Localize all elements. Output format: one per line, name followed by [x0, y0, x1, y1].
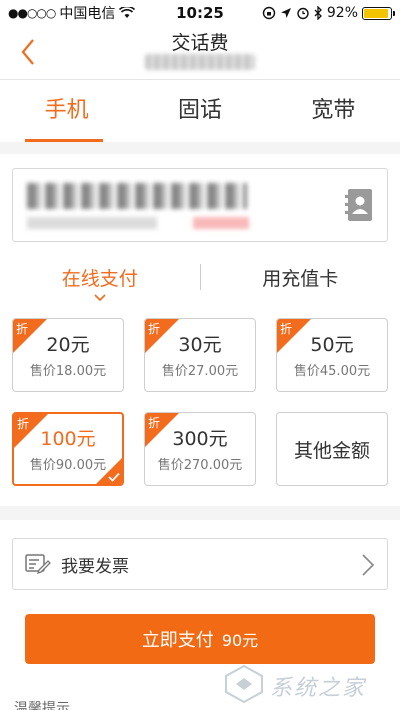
invoice-row[interactable]: 我要发票 — [12, 538, 388, 590]
tab-broadband[interactable]: 宽带 — [267, 80, 400, 142]
invoice-edit-icon — [25, 554, 51, 575]
discount-badge-label: 折 — [280, 322, 293, 336]
amount-option-other[interactable]: 其他金额 — [276, 412, 388, 486]
carrier-label: 中国电信 — [59, 6, 116, 22]
tab-mobile[interactable]: 手机 — [0, 80, 133, 142]
amount-face-value: 20元 — [46, 333, 90, 356]
divider — [0, 506, 400, 520]
discount-badge-label: 折 — [16, 322, 29, 336]
signal-dots-icon: ●●○○○ — [8, 6, 56, 20]
amount-option-50[interactable]: 折 50元 售价45.00元 — [276, 318, 388, 392]
alarm-icon — [297, 7, 309, 20]
recharge-card-option[interactable]: 用充值卡 — [201, 264, 400, 291]
pay-now-amount: 90元 — [221, 631, 259, 650]
amount-sale-price: 售价45.00元 — [293, 363, 371, 379]
invoice-label: 我要发票 — [61, 556, 129, 577]
amount-sale-price: 售价270.00元 — [157, 457, 243, 473]
caret-down-icon — [94, 293, 106, 301]
discount-badge-label: 折 — [148, 416, 161, 430]
amount-face-value: 30元 — [178, 333, 222, 356]
blurred-balance — [193, 217, 249, 229]
other-amount-label: 其他金额 — [293, 439, 370, 462]
amount-sale-price: 售价18.00元 — [29, 363, 107, 379]
status-bar: ●●○○○ 中国电信 10:25 92% — [0, 0, 400, 26]
service-tabs: 手机 固话 宽带 — [0, 80, 400, 142]
bluetooth-icon — [314, 6, 322, 20]
tip-heading: 温馨提示 — [14, 701, 70, 710]
nav-bar: 交话费 — [0, 26, 400, 80]
divider — [0, 142, 400, 154]
discount-badge-label: 折 — [148, 322, 161, 336]
location-arrow-icon — [280, 8, 291, 18]
online-payment-label: 在线支付 — [61, 267, 138, 290]
amount-face-value: 50元 — [310, 333, 354, 356]
blurred-owner-info — [27, 217, 157, 229]
amount-sale-price: 售价90.00元 — [29, 457, 107, 473]
amount-face-value: 100元 — [40, 427, 96, 450]
blurred-account-number — [145, 54, 255, 70]
amount-option-20[interactable]: 折 20元 售价18.00元 — [12, 318, 124, 392]
chevron-right-icon — [362, 554, 375, 576]
discount-badge-label: 折 — [17, 417, 30, 431]
amount-option-300[interactable]: 折 300元 售价270.00元 — [144, 412, 256, 486]
amount-face-value: 300元 — [172, 427, 228, 450]
amount-option-30[interactable]: 折 30元 售价27.00元 — [144, 318, 256, 392]
pay-now-button[interactable]: 立即支付 90元 — [25, 614, 375, 664]
amount-grid: 折 20元 售价18.00元 折 30元 售价27.00元 折 50元 售价45… — [12, 318, 388, 486]
amount-option-100[interactable]: 折 100元 售价90.00元 — [12, 412, 124, 486]
blurred-phone-number — [27, 183, 247, 209]
watermark-text: 系统之家 — [270, 676, 367, 701]
phone-number-input[interactable] — [12, 168, 388, 242]
rotation-lock-icon — [262, 6, 276, 20]
online-payment-option[interactable]: 在线支付 — [0, 264, 200, 301]
contact-book-icon[interactable] — [345, 187, 375, 223]
watermark-logo-icon — [225, 664, 263, 704]
payment-mode-switch: 在线支付 用充值卡 — [0, 254, 400, 301]
battery-icon — [362, 6, 395, 20]
wifi-icon — [119, 7, 136, 18]
amount-sale-price: 售价27.00元 — [161, 363, 239, 379]
page-title: 交话费 — [171, 32, 229, 54]
checkmark-icon — [108, 472, 120, 482]
tab-landline[interactable]: 固话 — [133, 80, 266, 142]
battery-percent: 92% — [326, 5, 358, 21]
watermark: 系统之家 — [222, 662, 392, 706]
recharge-card-label: 用充值卡 — [262, 267, 339, 290]
pay-now-label: 立即支付 — [141, 630, 214, 651]
